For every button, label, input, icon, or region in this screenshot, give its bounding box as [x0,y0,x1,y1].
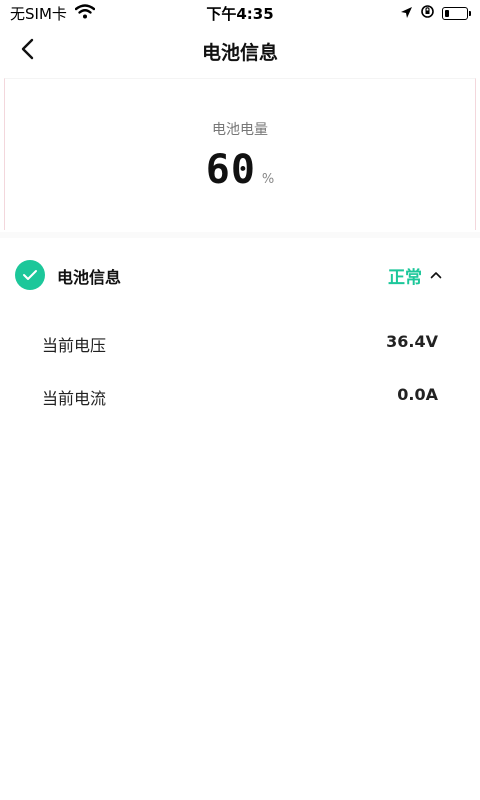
section-divider [0,232,480,238]
location-arrow-icon [400,4,413,23]
battery-info-section-header[interactable]: 电池信息 正常 [0,244,480,304]
battery-level-label: 电池电量 [212,122,268,138]
chevron-up-icon[interactable] [430,269,442,281]
nav-bar: 电池信息 [0,26,480,76]
current-label: 当前电流 [42,389,107,408]
page-title: 电池信息 [201,42,278,64]
battery-level-value: 60 [205,147,256,193]
voltage-value: 36.4V [386,332,438,351]
info-row-voltage: 当前电压 36.4V [0,322,480,362]
orientation-lock-icon [420,4,435,23]
battery-icon [442,7,471,20]
voltage-label: 当前电压 [42,336,107,355]
section-title: 电池信息 [57,268,122,287]
status-bar: 无SIM卡 下午4:35 [0,0,480,26]
battery-level-card: 电池电量 60 % [4,78,476,230]
status-right [400,4,471,23]
info-row-current: 当前电流 0.0A [0,375,480,415]
battery-level-unit: % [261,172,275,187]
check-circle-icon [15,260,45,290]
battery-fill [445,10,449,17]
status-badge: 正常 [388,268,422,288]
battery-level-row: 60 % [5,147,475,193]
current-value: 0.0A [397,385,438,404]
